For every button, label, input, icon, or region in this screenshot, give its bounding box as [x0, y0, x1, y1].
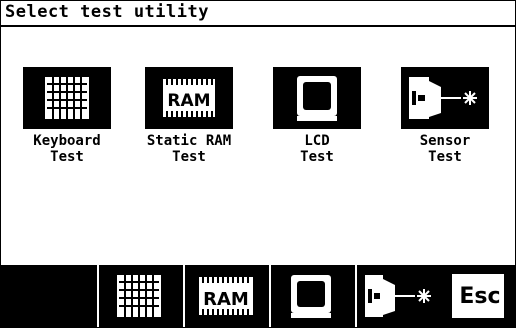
lcd-test-option[interactable]: LCD Test [259, 67, 375, 165]
toolbar-lcd-button[interactable] [269, 265, 355, 327]
toolbar-ram-button[interactable]: RAM [183, 265, 269, 327]
test-utility-screen: Select test utility Keyboard Test RAM St… [0, 0, 516, 328]
title-bar: Select test utility [1, 1, 515, 27]
esc-label: Esc [459, 284, 501, 309]
esc-key: Esc [450, 272, 506, 320]
keyboard-test-label: Keyboard Test [33, 133, 101, 165]
keyboard-icon [117, 275, 161, 317]
esc-button[interactable]: Esc [447, 269, 509, 323]
sensor-test-label: Sensor Test [419, 133, 471, 165]
toolbar-sensor-button[interactable] [355, 265, 447, 327]
toolbar-keyboard-button[interactable] [97, 265, 183, 327]
bottom-toolbar: RAM Esc [1, 265, 515, 327]
keyboard-icon [23, 67, 111, 129]
sensor-icon [401, 67, 489, 129]
sensor-icon [365, 275, 431, 317]
monitor-icon [291, 275, 331, 318]
lcd-test-label: LCD Test [300, 133, 334, 165]
monitor-icon [273, 67, 361, 129]
static-ram-test-option[interactable]: RAM Static RAM Test [131, 67, 247, 165]
ram-chip-icon: RAM [199, 277, 253, 315]
window-title: Select test utility [5, 2, 209, 22]
sensor-test-option[interactable]: Sensor Test [387, 67, 503, 165]
ram-icon-text: RAM [203, 289, 249, 310]
ram-icon-text: RAM [167, 91, 210, 111]
static-ram-test-label: Static RAM Test [146, 133, 232, 165]
ram-chip-icon: RAM [145, 67, 233, 129]
keyboard-test-option[interactable]: Keyboard Test [9, 67, 125, 165]
